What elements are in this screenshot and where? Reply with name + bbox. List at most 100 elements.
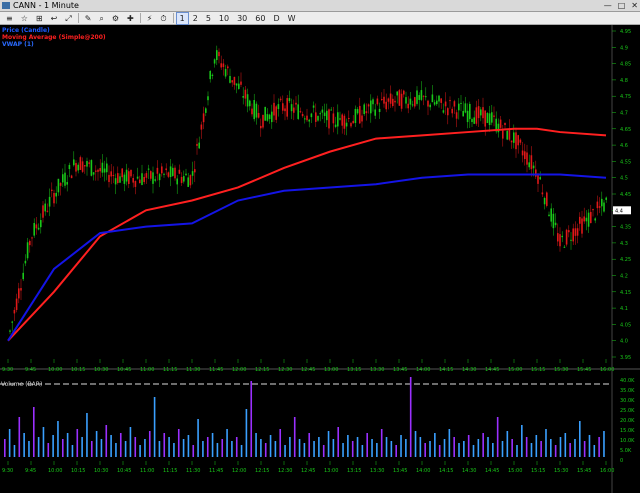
close-button[interactable]: ✕: [631, 0, 638, 11]
price-candle-body: [352, 120, 354, 124]
volume-axis-label: 0: [620, 458, 623, 464]
price-candle-body: [414, 97, 416, 107]
toolbar-separator: [139, 13, 141, 23]
price-candle-body: [86, 160, 88, 167]
toolbar-tool-4-icon[interactable]: ⤢: [61, 12, 75, 25]
price-candle-body: [482, 107, 484, 119]
time-axis-label: 10:45: [117, 367, 131, 373]
volume-bar: [95, 431, 98, 457]
price-candle-body: [563, 246, 566, 248]
price-candle-body: [238, 83, 240, 89]
price-candle-body: [264, 106, 266, 121]
price-candle-body: [290, 104, 293, 112]
maximize-button[interactable]: □: [618, 0, 626, 11]
volume-time-label: 15:00: [508, 468, 522, 474]
price-candle-body: [22, 272, 24, 280]
volume-time-label: 10:45: [117, 468, 131, 474]
volume-bar: [400, 435, 402, 457]
price-candle-body: [123, 174, 126, 184]
price-candle-body: [343, 115, 346, 129]
interval-10-button[interactable]: 10: [215, 12, 233, 25]
volume-bar: [192, 445, 195, 457]
price-candle-body: [79, 157, 82, 170]
price-candle-body: [449, 100, 451, 102]
price-candle-body: [174, 167, 176, 179]
price-candle-body: [370, 100, 372, 114]
interval-W-button[interactable]: W: [284, 12, 300, 25]
price-candle-body: [260, 125, 262, 129]
volume-bar: [525, 437, 528, 457]
volume-bar: [598, 437, 600, 457]
toolbar-tool-7-icon[interactable]: ⚙: [108, 12, 123, 25]
price-candle-body: [596, 201, 599, 209]
volume-bar: [458, 443, 460, 457]
volume-bar: [134, 437, 137, 457]
toolbar-tool-5-icon[interactable]: ✎: [81, 12, 96, 25]
price-candle-body: [339, 118, 341, 120]
interval-D-button[interactable]: D: [269, 12, 283, 25]
toolbar-tool-0-icon[interactable]: ≡: [2, 12, 17, 25]
volume-time-label: 15:30: [554, 468, 568, 474]
price-candle-body: [484, 110, 486, 127]
price-candle-body: [293, 107, 295, 113]
price-candle-body: [295, 102, 297, 105]
price-candle-body: [568, 230, 570, 233]
volume-time-label: 9:30: [2, 468, 13, 474]
price-candle-body: [317, 115, 319, 121]
price-candle-body: [447, 108, 449, 116]
volume-time-label: 13:30: [370, 468, 384, 474]
minimize-button[interactable]: —: [604, 0, 612, 11]
interval-30-button[interactable]: 30: [233, 12, 251, 25]
toolbar-tool-8-icon[interactable]: ✚: [123, 12, 138, 25]
price-candle-body: [310, 113, 313, 118]
price-candle-body: [191, 171, 194, 176]
volume-bar: [371, 439, 373, 457]
price-candle-body: [458, 103, 460, 111]
price-candle-body: [521, 150, 524, 156]
price-candle-body: [475, 107, 478, 124]
toolbar-separator: [77, 13, 79, 23]
price-candle-body: [400, 93, 403, 109]
price-candle-body: [18, 288, 20, 299]
volume-bar: [482, 433, 484, 457]
price-candle-body: [374, 109, 376, 116]
price-candle-body: [306, 115, 308, 121]
volume-time-label: 12:30: [278, 468, 292, 474]
interval-5-button[interactable]: 5: [202, 12, 215, 25]
price-candle-body: [365, 111, 368, 114]
toolbar-tool-2-icon[interactable]: ⊞: [32, 12, 47, 25]
price-candle-body: [497, 123, 500, 133]
price-candle-body: [33, 222, 35, 236]
toolbar-tool-1-icon[interactable]: ☆: [17, 12, 32, 25]
price-candle-body: [240, 81, 242, 85]
volume-bar: [414, 431, 417, 457]
price-candle-body: [145, 173, 148, 178]
toolbar-tool-10-icon[interactable]: ⏱: [156, 12, 170, 25]
interval-1-button[interactable]: 1: [175, 11, 189, 25]
volume-bar: [477, 439, 480, 457]
volume-bar: [110, 435, 112, 457]
volume-bar: [260, 439, 262, 457]
time-axis-label: 14:45: [485, 367, 499, 373]
price-axis-label: 4.9: [620, 45, 628, 51]
toolbar-tool-9-icon[interactable]: ⚡: [143, 12, 157, 25]
toolbar-tool-3-icon[interactable]: ↩: [47, 12, 62, 25]
volume-time-label: 15:45: [577, 468, 591, 474]
volume-bar: [221, 439, 224, 457]
interval-2-button[interactable]: 2: [189, 12, 202, 25]
price-chart[interactable]: 4.95 4.9 4.85 4.8 4.75 4.7 4.65 4.6 4.55 4.5 4.45 4…: [0, 25, 640, 493]
price-candle-body: [308, 119, 310, 122]
price-candle-body: [466, 110, 469, 123]
price-candle-body: [222, 63, 225, 68]
toolbar-tool-6-icon[interactable]: ⌕: [95, 12, 107, 25]
price-candle-body: [330, 109, 332, 111]
price-candle-body: [64, 172, 66, 186]
interval-60-button[interactable]: 60: [251, 12, 269, 25]
volume-axis-label: 35.0K: [620, 388, 635, 394]
volume-bar: [235, 437, 238, 457]
price-candle-body: [37, 227, 40, 230]
price-candle-body: [205, 108, 207, 113]
price-candle-body: [156, 167, 159, 174]
price-candle-body: [26, 242, 29, 259]
volume-bar: [8, 429, 11, 457]
